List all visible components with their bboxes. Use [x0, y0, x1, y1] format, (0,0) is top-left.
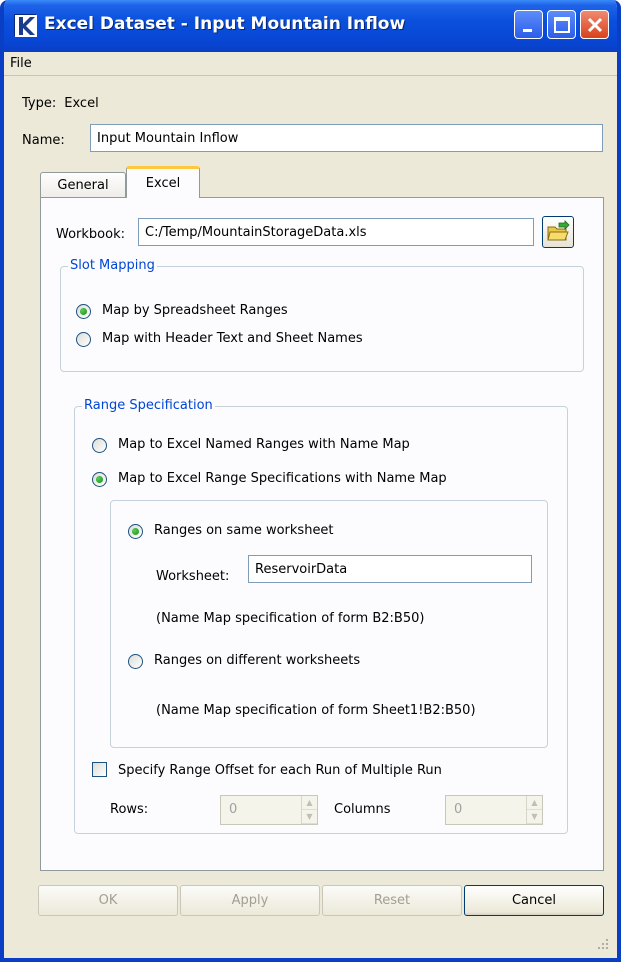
workbook-label: Workbook: [56, 227, 125, 242]
spinner-up-icon[interactable]: ▲ [302, 796, 317, 810]
map-by-spreadsheet-ranges-radio[interactable] [76, 304, 91, 319]
close-button[interactable] [580, 10, 609, 39]
tab-general[interactable]: General [40, 172, 126, 200]
columns-spinner-arrows[interactable]: ▲ ▼ [526, 796, 542, 824]
name-label: Name: [22, 133, 65, 148]
ok-button[interactable]: OK [38, 885, 178, 916]
rows-spinner[interactable]: 0 ▲ ▼ [220, 795, 318, 825]
map-with-header-text-radio[interactable] [76, 332, 91, 347]
slot-mapping-group [60, 266, 584, 372]
columns-value: 0 [454, 802, 463, 817]
ranges-same-worksheet-radio[interactable] [128, 524, 143, 539]
ranges-different-worksheets-radio[interactable] [128, 654, 143, 669]
close-icon [587, 17, 603, 33]
range-offset-label[interactable]: Specify Range Offset for each Run of Mul… [118, 763, 442, 778]
maximize-icon [554, 17, 570, 33]
map-to-named-ranges-label[interactable]: Map to Excel Named Ranges with Name Map [118, 437, 410, 452]
worksheet-label: Worksheet: [156, 569, 230, 584]
minimize-button[interactable] [514, 10, 543, 39]
name-input[interactable] [90, 124, 603, 152]
type-row: Type: Excel [22, 96, 99, 111]
ranges-different-worksheets-label[interactable]: Ranges on different worksheets [154, 653, 360, 668]
spinner-down-icon[interactable]: ▼ [302, 810, 317, 824]
map-with-header-text-label[interactable]: Map with Header Text and Sheet Names [102, 331, 363, 346]
map-to-range-specifications-radio[interactable] [92, 472, 107, 487]
rows-value: 0 [229, 802, 238, 817]
map-to-range-specifications-label[interactable]: Map to Excel Range Specifications with N… [118, 471, 447, 486]
reset-button[interactable]: Reset [322, 885, 462, 916]
range-specification-legend: Range Specification [82, 398, 215, 413]
map-to-named-ranges-radio[interactable] [92, 438, 107, 453]
browse-workbook-button[interactable] [542, 216, 574, 248]
range-offset-checkbox[interactable] [92, 762, 107, 777]
title-bar[interactable]: Excel Dataset - Input Mountain Inflow [4, 0, 617, 52]
spinner-down-icon[interactable]: ▼ [527, 810, 542, 824]
menu-bar: File [4, 52, 617, 76]
different-worksheets-note: (Name Map specification of form Sheet1!B… [156, 703, 476, 718]
slot-mapping-legend: Slot Mapping [68, 258, 157, 273]
menu-file[interactable]: File [10, 56, 32, 71]
rows-spinner-arrows[interactable]: ▲ ▼ [301, 796, 317, 824]
spinner-up-icon[interactable]: ▲ [527, 796, 542, 810]
resize-grip-icon[interactable] [597, 938, 609, 950]
excel-dataset-dialog: Excel Dataset - Input Mountain Inflow Fi… [0, 0, 621, 962]
type-label: Type: [22, 96, 57, 111]
tab-excel[interactable]: Excel [126, 166, 200, 198]
rows-label: Rows: [110, 802, 149, 817]
columns-spinner[interactable]: 0 ▲ ▼ [445, 795, 543, 825]
cancel-button[interactable]: Cancel [464, 885, 604, 916]
open-folder-icon [547, 220, 570, 241]
ranges-same-worksheet-label[interactable]: Ranges on same worksheet [154, 523, 334, 538]
columns-label: Columns [334, 802, 391, 817]
workbook-input[interactable] [138, 218, 534, 246]
same-worksheet-note: (Name Map specification of form B2:B50) [156, 611, 425, 626]
window-title: Excel Dataset - Input Mountain Inflow [44, 14, 406, 34]
map-by-spreadsheet-ranges-label[interactable]: Map by Spreadsheet Ranges [102, 303, 288, 318]
type-value: Excel [64, 96, 99, 111]
worksheet-input[interactable] [248, 555, 532, 583]
maximize-button[interactable] [547, 10, 576, 39]
riverware-app-icon [14, 14, 37, 37]
minimize-icon [523, 29, 532, 32]
apply-button[interactable]: Apply [180, 885, 320, 916]
